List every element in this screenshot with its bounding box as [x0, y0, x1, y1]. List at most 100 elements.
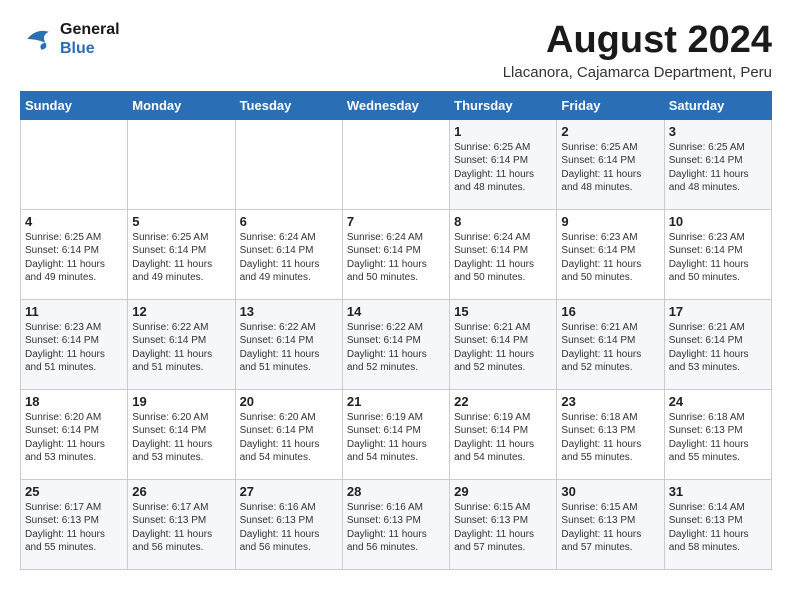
day-info-text: Sunrise: 6:18 AM Sunset: 6:13 PM Dayligh…: [561, 411, 659, 465]
calendar-cell: 23 Sunrise: 6:18 AM Sunset: 6:13 PM Dayli…: [557, 389, 664, 479]
calendar-cell: 8Sunrise: 6:24 AM Sunset: 6:14 PM Daylig…: [450, 209, 557, 299]
day-info-text: Sunrise: 6:18 AM Sunset: 6:13 PM Dayligh…: [669, 411, 767, 465]
calendar-cell: 14 Sunrise: 6:22 AM Sunset: 6:14 PM Dayli…: [342, 299, 449, 389]
calendar-cell: 15Sunrise: 6:21 AM Sunset: 6:14 PM Dayli…: [450, 299, 557, 389]
calendar-cell: 1 Sunrise: 6:25 AM Sunset: 6:14 PM Daylig…: [450, 119, 557, 209]
day-number: 27: [240, 484, 338, 499]
calendar-week-row: 18 Sunrise: 6:20 AM Sunset: 6:14 PM Dayli…: [21, 389, 772, 479]
logo-text: General Blue: [60, 20, 120, 58]
title-block: August 2024 Llacanora, Cajamarca Departm…: [503, 20, 772, 81]
location-subtitle: Llacanora, Cajamarca Department, Peru: [503, 64, 772, 81]
calendar-cell: 18 Sunrise: 6:20 AM Sunset: 6:14 PM Dayli…: [21, 389, 128, 479]
day-info-text: Sunrise: 6:20 AM Sunset: 6:14 PM Dayligh…: [132, 411, 230, 465]
day-number: 22: [454, 394, 552, 409]
day-number: 12: [132, 304, 230, 319]
day-number: 28: [347, 484, 445, 499]
calendar-cell: 31 Sunrise: 6:14 AM Sunset: 6:13 PM Dayli…: [664, 479, 771, 569]
day-number: 14: [347, 304, 445, 319]
day-info-text: Sunrise: 6:25 AM Sunset: 6:14 PM Dayligh…: [132, 231, 230, 285]
calendar-cell: 25Sunrise: 6:17 AM Sunset: 6:13 PM Dayli…: [21, 479, 128, 569]
day-number: 23: [561, 394, 659, 409]
calendar-cell: 22 Sunrise: 6:19 AM Sunset: 6:14 PM Dayli…: [450, 389, 557, 479]
calendar-cell: 17Sunrise: 6:21 AM Sunset: 6:14 PM Dayli…: [664, 299, 771, 389]
day-number: 25: [25, 484, 123, 499]
day-info-text: Sunrise: 6:23 AM Sunset: 6:14 PM Dayligh…: [561, 231, 659, 285]
day-number: 18: [25, 394, 123, 409]
weekday-header-monday: Monday: [128, 91, 235, 119]
day-info-text: Sunrise: 6:21 AM Sunset: 6:14 PM Dayligh…: [454, 321, 552, 375]
day-info-text: Sunrise: 6:24 AM Sunset: 6:14 PM Dayligh…: [454, 231, 552, 285]
day-info-text: Sunrise: 6:19 AM Sunset: 6:14 PM Dayligh…: [347, 411, 445, 465]
calendar-cell: 11Sunrise: 6:23 AM Sunset: 6:14 PM Dayli…: [21, 299, 128, 389]
day-number: 17: [669, 304, 767, 319]
calendar-cell: 30Sunrise: 6:15 AM Sunset: 6:13 PM Dayli…: [557, 479, 664, 569]
calendar-table: SundayMondayTuesdayWednesdayThursdayFrid…: [20, 91, 772, 570]
weekday-header-sunday: Sunday: [21, 91, 128, 119]
day-number: 4: [25, 214, 123, 229]
day-number: 1: [454, 124, 552, 139]
weekday-header-friday: Friday: [557, 91, 664, 119]
day-info-text: Sunrise: 6:20 AM Sunset: 6:14 PM Dayligh…: [240, 411, 338, 465]
calendar-cell: [342, 119, 449, 209]
day-number: 21: [347, 394, 445, 409]
day-number: 2: [561, 124, 659, 139]
day-info-text: Sunrise: 6:25 AM Sunset: 6:14 PM Dayligh…: [561, 141, 659, 195]
page-header: General Blue August 2024 Llacanora, Caja…: [20, 20, 772, 81]
day-number: 31: [669, 484, 767, 499]
day-info-text: Sunrise: 6:23 AM Sunset: 6:14 PM Dayligh…: [669, 231, 767, 285]
calendar-cell: [128, 119, 235, 209]
day-info-text: Sunrise: 6:19 AM Sunset: 6:14 PM Dayligh…: [454, 411, 552, 465]
day-number: 6: [240, 214, 338, 229]
weekday-header-tuesday: Tuesday: [235, 91, 342, 119]
calendar-cell: 13Sunrise: 6:22 AM Sunset: 6:14 PM Dayli…: [235, 299, 342, 389]
calendar-cell: 10 Sunrise: 6:23 AM Sunset: 6:14 PM Dayli…: [664, 209, 771, 299]
calendar-week-row: 4 Sunrise: 6:25 AM Sunset: 6:14 PM Daylig…: [21, 209, 772, 299]
day-number: 3: [669, 124, 767, 139]
calendar-cell: 28 Sunrise: 6:16 AM Sunset: 6:13 PM Dayli…: [342, 479, 449, 569]
calendar-week-row: 1 Sunrise: 6:25 AM Sunset: 6:14 PM Daylig…: [21, 119, 772, 209]
day-info-text: Sunrise: 6:24 AM Sunset: 6:14 PM Dayligh…: [347, 231, 445, 285]
day-info-text: Sunrise: 6:14 AM Sunset: 6:13 PM Dayligh…: [669, 501, 767, 555]
day-info-text: Sunrise: 6:25 AM Sunset: 6:14 PM Dayligh…: [669, 141, 767, 195]
day-info-text: Sunrise: 6:24 AM Sunset: 6:14 PM Dayligh…: [240, 231, 338, 285]
weekday-header-wednesday: Wednesday: [342, 91, 449, 119]
calendar-cell: 4 Sunrise: 6:25 AM Sunset: 6:14 PM Daylig…: [21, 209, 128, 299]
day-info-text: Sunrise: 6:25 AM Sunset: 6:14 PM Dayligh…: [454, 141, 552, 195]
day-info-text: Sunrise: 6:16 AM Sunset: 6:13 PM Dayligh…: [347, 501, 445, 555]
day-info-text: Sunrise: 6:17 AM Sunset: 6:13 PM Dayligh…: [132, 501, 230, 555]
calendar-cell: 29Sunrise: 6:15 AM Sunset: 6:13 PM Dayli…: [450, 479, 557, 569]
month-year-title: August 2024: [503, 20, 772, 62]
logo: General Blue: [20, 20, 120, 58]
weekday-header-saturday: Saturday: [664, 91, 771, 119]
day-info-text: Sunrise: 6:21 AM Sunset: 6:14 PM Dayligh…: [561, 321, 659, 375]
calendar-cell: 20 Sunrise: 6:20 AM Sunset: 6:14 PM Dayli…: [235, 389, 342, 479]
calendar-cell: 9 Sunrise: 6:23 AM Sunset: 6:14 PM Daylig…: [557, 209, 664, 299]
day-number: 10: [669, 214, 767, 229]
weekday-header-row: SundayMondayTuesdayWednesdayThursdayFrid…: [21, 91, 772, 119]
day-info-text: Sunrise: 6:16 AM Sunset: 6:13 PM Dayligh…: [240, 501, 338, 555]
day-number: 20: [240, 394, 338, 409]
day-info-text: Sunrise: 6:15 AM Sunset: 6:13 PM Dayligh…: [561, 501, 659, 555]
day-number: 26: [132, 484, 230, 499]
day-info-text: Sunrise: 6:25 AM Sunset: 6:14 PM Dayligh…: [25, 231, 123, 285]
calendar-cell: 3 Sunrise: 6:25 AM Sunset: 6:14 PM Daylig…: [664, 119, 771, 209]
calendar-cell: 5Sunrise: 6:25 AM Sunset: 6:14 PM Daylig…: [128, 209, 235, 299]
calendar-cell: [235, 119, 342, 209]
calendar-cell: [21, 119, 128, 209]
day-info-text: Sunrise: 6:20 AM Sunset: 6:14 PM Dayligh…: [25, 411, 123, 465]
calendar-cell: 19 Sunrise: 6:20 AM Sunset: 6:14 PM Dayli…: [128, 389, 235, 479]
calendar-cell: 26 Sunrise: 6:17 AM Sunset: 6:13 PM Dayli…: [128, 479, 235, 569]
day-number: 19: [132, 394, 230, 409]
day-number: 24: [669, 394, 767, 409]
calendar-cell: 2 Sunrise: 6:25 AM Sunset: 6:14 PM Daylig…: [557, 119, 664, 209]
calendar-week-row: 25 Sunrise: 6:17 AM Sunset: 6:13 PM Dayli…: [21, 479, 772, 569]
weekday-header-thursday: Thursday: [450, 91, 557, 119]
day-number: 9: [561, 214, 659, 229]
day-info-text: Sunrise: 6:22 AM Sunset: 6:14 PM Dayligh…: [347, 321, 445, 375]
day-number: 29: [454, 484, 552, 499]
calendar-cell: 16Sunrise: 6:21 AM Sunset: 6:14 PM Dayli…: [557, 299, 664, 389]
day-number: 13: [240, 304, 338, 319]
calendar-cell: 7 Sunrise: 6:24 AM Sunset: 6:14 PM Daylig…: [342, 209, 449, 299]
day-info-text: Sunrise: 6:23 AM Sunset: 6:14 PM Dayligh…: [25, 321, 123, 375]
day-number: 7: [347, 214, 445, 229]
